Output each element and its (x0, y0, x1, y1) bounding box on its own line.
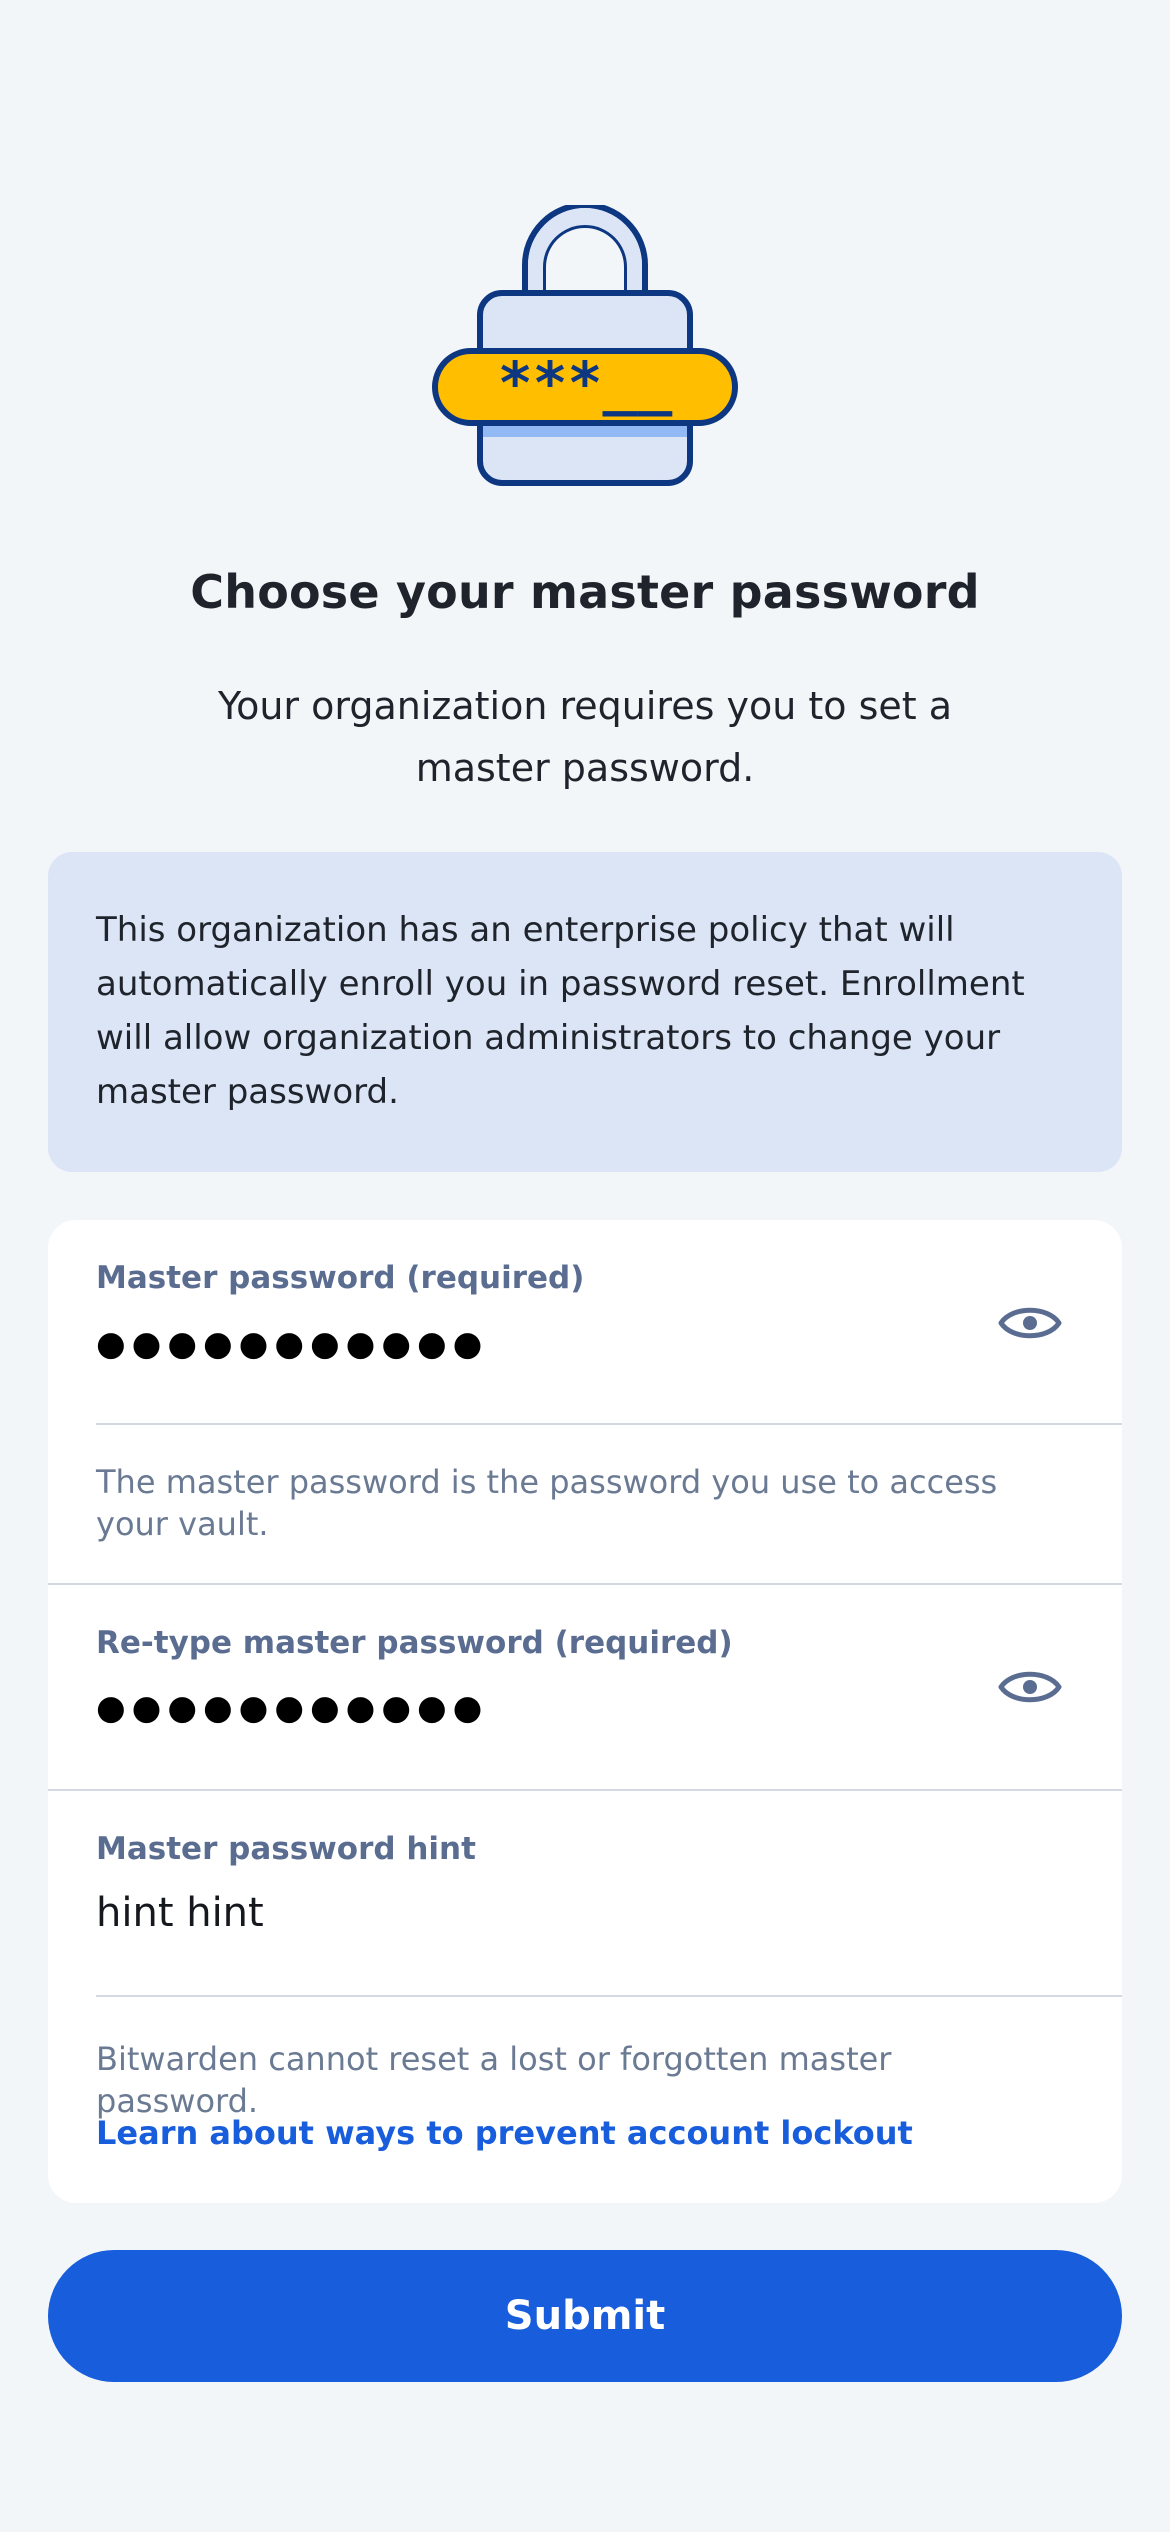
eye-icon[interactable] (998, 1302, 1062, 1344)
eye-icon[interactable] (998, 1666, 1062, 1708)
page-title: Choose your master password (190, 565, 980, 619)
password-hint-input[interactable]: hint hint (96, 1890, 264, 1936)
policy-callout: This organization has an enterprise poli… (48, 852, 1122, 1172)
lock-password-icon: ***__ (430, 202, 740, 495)
policy-callout-text: This organization has an enterprise poli… (96, 910, 1025, 1112)
page-subtitle: Your organization requires you to set a … (217, 684, 953, 790)
retype-password-label: Re-type master password (required) (96, 1625, 733, 1661)
master-password-input[interactable]: ●●●●●●●●●●● (96, 1324, 488, 1364)
submit-button[interactable]: Submit (48, 2250, 1122, 2382)
master-password-helper-text: The master password is the password you … (96, 1463, 998, 1543)
password-form-card: Master password (required) ●●●●●●●●●●● T… (48, 1220, 1122, 2203)
divider (96, 1423, 1122, 1425)
divider (96, 1995, 1122, 1997)
divider (48, 1789, 1122, 1791)
master-password-label: Master password (required) (96, 1260, 585, 1296)
lockout-warning-text: Bitwarden cannot reset a lost or forgott… (96, 2040, 892, 2120)
divider (48, 1583, 1122, 1585)
learn-lockout-link[interactable]: Learn about ways to prevent account lock… (96, 2114, 913, 2152)
password-mask-text: ***__ (498, 349, 673, 417)
retype-password-input[interactable]: ●●●●●●●●●●● (96, 1688, 488, 1728)
password-hint-label: Master password hint (96, 1831, 476, 1867)
